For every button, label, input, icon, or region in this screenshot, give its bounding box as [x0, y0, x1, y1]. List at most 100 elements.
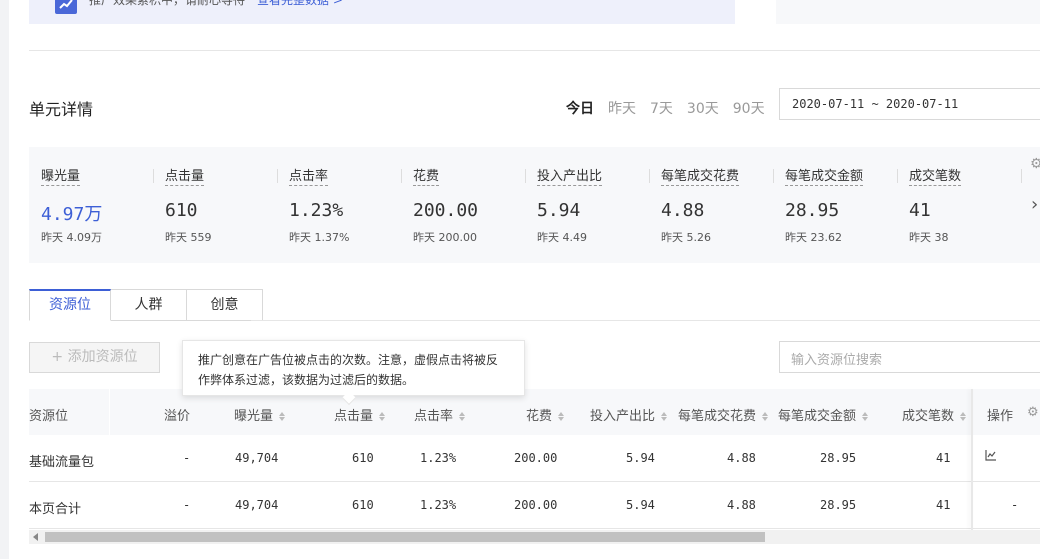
- metric-value: 28.95: [785, 200, 840, 221]
- gear-icon[interactable]: ⚙: [1030, 156, 1040, 172]
- range-30days[interactable]: 30天: [687, 98, 719, 118]
- chart-icon[interactable]: [985, 449, 997, 464]
- range-7days[interactable]: 7天: [650, 98, 673, 118]
- th-label: 花费: [526, 409, 553, 424]
- cell-resource: 基础流量包: [29, 455, 95, 470]
- scroll-left-icon[interactable]: [33, 533, 38, 541]
- cell-ctr: 1.23%: [420, 498, 457, 512]
- clicks-tooltip: 推广创意在广告位被点击的次数。注意，虚假点击将被反作弊体系过滤，该数据为过滤后的…: [182, 340, 525, 396]
- metric-label: 曝光量: [41, 169, 81, 186]
- metric-prev: 昨天 38: [909, 231, 949, 244]
- cell-clicks: 610: [352, 498, 374, 512]
- metric-orders[interactable]: 成交笔数 41 昨天 38: [897, 147, 1021, 263]
- range-yesterday[interactable]: 昨天: [608, 98, 636, 118]
- table-row-total: 本页合计 - 49,704 610 1.23% 200.00 5.94 4.88…: [29, 482, 1040, 529]
- table-row: 基础流量包 - 49,704 610 1.23% 200.00 5.94 4.8…: [29, 435, 1040, 482]
- sort-icon[interactable]: [762, 412, 769, 421]
- cell-orders: 41: [936, 498, 951, 512]
- metric-label: 成交笔数: [909, 169, 962, 186]
- metric-value: 1.23%: [289, 200, 344, 221]
- horizontal-scrollbar[interactable]: [29, 530, 1040, 544]
- sort-icon[interactable]: [379, 412, 386, 421]
- cell-premium: -: [183, 451, 191, 465]
- th-label: 点击量: [334, 409, 374, 424]
- th-clicks[interactable]: 点击量: [334, 405, 386, 424]
- divider: [251, 320, 1040, 321]
- divider: [109, 389, 110, 435]
- cell-impressions: 49,704: [235, 451, 279, 465]
- metric-label: 每笔成交花费: [661, 169, 740, 186]
- left-rail: [0, 0, 9, 559]
- add-resource-button[interactable]: + 添加资源位: [29, 342, 160, 373]
- metric-label: 花费: [413, 169, 440, 186]
- scroll-thumb[interactable]: [45, 532, 765, 542]
- metric-amount-per-order[interactable]: 每笔成交金额 28.95 昨天 23.62: [773, 147, 897, 263]
- tab-resource[interactable]: 资源位: [29, 289, 111, 321]
- range-today[interactable]: 今日: [566, 98, 594, 118]
- sort-icon[interactable]: [279, 412, 286, 421]
- th-label: 投入产出比: [590, 409, 656, 424]
- sort-icon[interactable]: [960, 412, 967, 421]
- metric-label: 每笔成交金额: [785, 169, 864, 186]
- cell-actions: -: [1011, 498, 1019, 512]
- cell-roi: 5.94: [626, 451, 655, 465]
- chevron-right-icon[interactable]: ›: [1031, 194, 1038, 215]
- metric-prev: 昨天 559: [165, 231, 212, 244]
- th-ctr[interactable]: 点击率: [414, 405, 466, 424]
- fixed-column-divider: [971, 389, 973, 530]
- cell-amount-per-order: 28.95: [820, 451, 857, 465]
- divider: [29, 50, 1040, 51]
- metric-prev: 昨天 200.00: [413, 231, 477, 244]
- th-label: 每笔成交花费: [678, 409, 757, 424]
- trend-icon: [55, 0, 77, 14]
- metric-label: 点击率: [289, 169, 329, 186]
- cell-cost: 200.00: [514, 498, 558, 512]
- th-cost[interactable]: 花费: [526, 405, 565, 424]
- metric-label: 投入产出比: [537, 169, 603, 186]
- sort-icon[interactable]: [862, 412, 869, 421]
- th-roi[interactable]: 投入产出比: [590, 405, 668, 424]
- metric-prev: 昨天 5.26: [661, 231, 711, 244]
- metric-ctr[interactable]: 点击率 1.23% 昨天 1.37%: [277, 147, 401, 263]
- tab-audience[interactable]: 人群: [111, 289, 187, 321]
- metric-cost-per-order[interactable]: 每笔成交花费 4.88 昨天 5.26: [649, 147, 773, 263]
- th-cost-per-order[interactable]: 每笔成交花费: [678, 405, 769, 424]
- cell-cost-per-order: 4.88: [727, 451, 756, 465]
- date-range-value: 2020-07-11 ~ 2020-07-11: [792, 97, 959, 111]
- tab-creative[interactable]: 创意: [187, 289, 263, 321]
- th-orders[interactable]: 成交笔数: [902, 405, 967, 424]
- divider: [1021, 169, 1022, 183]
- sort-icon[interactable]: [558, 412, 565, 421]
- metric-clicks[interactable]: 点击量 610 昨天 559: [153, 147, 277, 263]
- cell-amount-per-order: 28.95: [820, 498, 857, 512]
- metric-prev: 昨天 1.37%: [289, 231, 350, 244]
- section-title: 单元详情: [29, 100, 94, 119]
- th-amount-per-order[interactable]: 每笔成交金额: [778, 405, 869, 424]
- th-label: 每笔成交金额: [778, 409, 857, 424]
- th-label: 成交笔数: [902, 409, 955, 424]
- th-label: 曝光量: [234, 409, 274, 424]
- th-impressions[interactable]: 曝光量: [234, 405, 286, 424]
- detail-tabs: 资源位 人群 创意: [29, 289, 263, 321]
- sort-icon[interactable]: [459, 412, 466, 421]
- search-input[interactable]: 输入资源位搜索: [779, 341, 1040, 373]
- view-full-data-link[interactable]: 查看完整数据 >: [257, 0, 343, 8]
- metric-cost[interactable]: 花费 200.00 昨天 200.00: [401, 147, 525, 263]
- metric-prev: 昨天 4.09万: [41, 231, 102, 244]
- date-range-picker[interactable]: 2020-07-11 ~ 2020-07-11: [779, 88, 1040, 120]
- search-placeholder: 输入资源位搜索: [791, 353, 883, 368]
- range-90days[interactable]: 90天: [733, 98, 765, 118]
- cell-ctr: 1.23%: [420, 451, 457, 465]
- cell-resource: 本页合计: [29, 502, 82, 517]
- metric-impressions[interactable]: 曝光量 4.97万 昨天 4.09万: [29, 147, 153, 263]
- sort-icon[interactable]: [661, 412, 668, 421]
- metric-roi[interactable]: 投入产出比 5.94 昨天 4.49: [525, 147, 649, 263]
- metric-label: 点击量: [165, 169, 205, 186]
- metric-value: 610: [165, 200, 198, 221]
- notice-text: 推广效果累积中，请耐心等待: [89, 0, 246, 7]
- metric-value: 200.00: [413, 200, 479, 221]
- notice-banner: 推广效果累积中，请耐心等待 查看完整数据 >: [29, 0, 735, 24]
- cell-clicks: 610: [352, 451, 374, 465]
- gear-icon[interactable]: ⚙: [1027, 405, 1039, 420]
- cell-orders: 41: [936, 451, 951, 465]
